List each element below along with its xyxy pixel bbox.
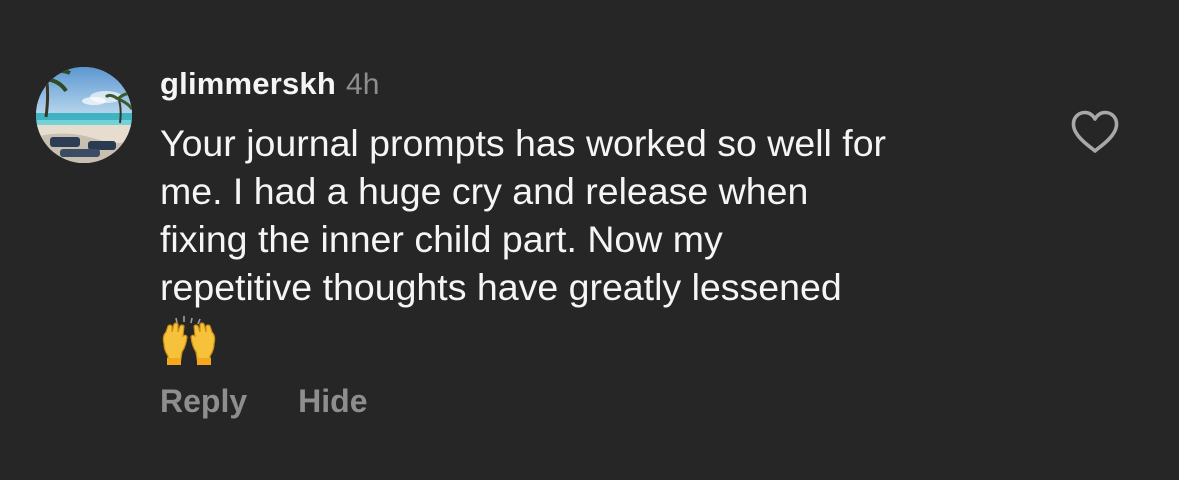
comment-text-line: repetitive thoughts have greatly lessene…: [160, 266, 842, 308]
avatar-image: [36, 67, 132, 163]
comment-text-line: me. I had a huge cry and release when: [160, 170, 809, 212]
hide-button[interactable]: Hide: [298, 383, 367, 420]
username[interactable]: glimmerskh: [160, 66, 336, 102]
reply-button[interactable]: Reply: [160, 383, 247, 420]
comment-text-line: fixing the inner child part. Now my: [160, 218, 723, 260]
raising-hands-emoji-icon: [160, 316, 218, 366]
heart-outline-icon[interactable]: [1070, 110, 1120, 154]
comment-item: glimmerskh 4h Your journal prompts has w…: [0, 0, 1179, 480]
avatar[interactable]: [36, 67, 132, 163]
comment-actions: Reply Hide: [160, 383, 367, 420]
comment-text-line: Your journal prompts has worked so well …: [160, 122, 887, 164]
comment-header: glimmerskh 4h: [160, 66, 379, 108]
comment-text: Your journal prompts has worked so well …: [160, 119, 1040, 311]
timestamp: 4h: [346, 68, 380, 101]
